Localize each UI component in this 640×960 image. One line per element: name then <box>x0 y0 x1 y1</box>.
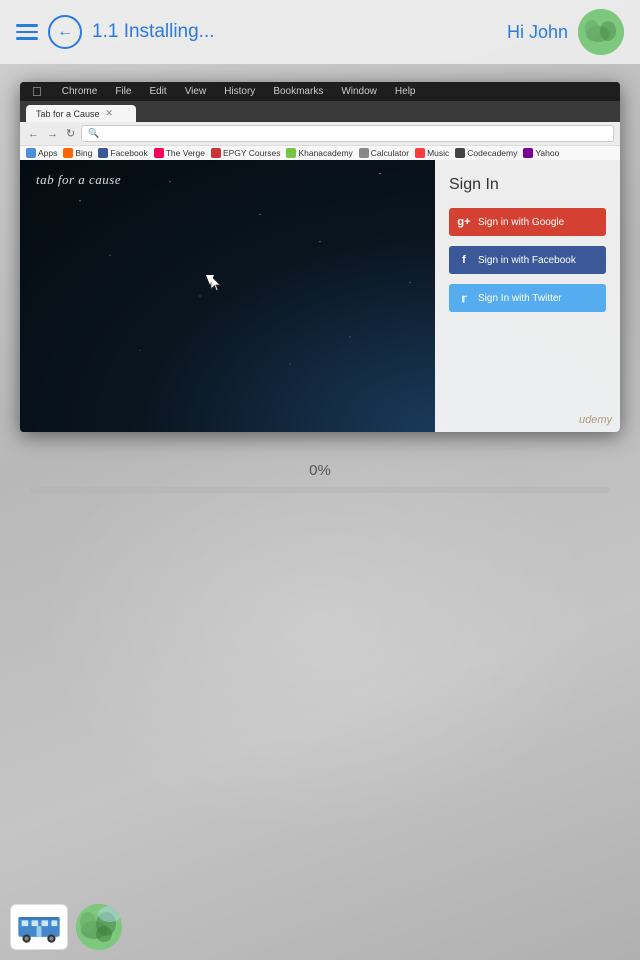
bookmark-apps[interactable]: Apps <box>26 148 57 158</box>
signin-google-label: Sign in with Google <box>478 217 564 228</box>
signin-facebook-label: Sign in with Facebook <box>478 255 576 266</box>
back-button[interactable]: ← <box>48 15 82 49</box>
twitter-icon: 𝕣 <box>457 291 471 305</box>
page-brand-label: tab for a cause <box>36 172 121 188</box>
khan-bm-icon <box>286 148 296 158</box>
menu-history[interactable]: History <box>224 86 255 97</box>
nature-thumbnail-icon <box>76 904 122 950</box>
top-bar-left: ← 1.1 Installing... <box>16 15 215 49</box>
bottom-thumbnails <box>10 904 122 950</box>
signin-twitter-button[interactable]: 𝕣 Sign In with Twitter <box>449 284 606 312</box>
bookmark-theverge[interactable]: The Verge <box>154 148 205 158</box>
bookmark-codecademy[interactable]: Codecademy <box>455 148 517 158</box>
signin-title: Sign In <box>449 176 606 194</box>
google-icon: g+ <box>457 215 471 229</box>
progress-bar-container <box>30 487 610 493</box>
browser-menubar:  Chrome File Edit View History Bookmark… <box>20 82 620 101</box>
bookmark-bing[interactable]: Bing <box>63 148 92 158</box>
apple-logo-icon:  <box>32 84 42 99</box>
back-nav-button[interactable]: ← <box>26 128 41 140</box>
browser-tabbar: Tab for a Cause ✕ <box>20 101 620 122</box>
bookmarks-bar: Apps Bing Facebook The Verge EPGY Course… <box>20 145 620 160</box>
epgy-bm-icon <box>211 148 221 158</box>
calc-bm-icon <box>359 148 369 158</box>
top-bar: ← 1.1 Installing... Hi John <box>0 0 640 64</box>
browser-tab[interactable]: Tab for a Cause ✕ <box>26 105 136 122</box>
udemy-watermark: udemy <box>579 414 612 426</box>
greeting-label: Hi John <box>507 22 568 43</box>
yahoo-bm-icon <box>523 148 533 158</box>
bookmark-yahoo[interactable]: Yahoo <box>523 148 559 158</box>
browser-toolbar: ← → ↻ 🔍 <box>20 122 620 145</box>
nature-thumbnail[interactable] <box>76 904 122 950</box>
hamburger-menu-button[interactable] <box>16 24 38 40</box>
bookmark-epgy[interactable]: EPGY Courses <box>211 148 280 158</box>
signin-google-button[interactable]: g+ Sign in with Google <box>449 208 606 236</box>
browser-content: tab for a cause Sign In g+ Sign in with … <box>20 160 620 432</box>
page-title: 1.1 Installing... <box>92 21 215 43</box>
signin-twitter-label: Sign In with Twitter <box>478 293 562 304</box>
search-icon: 🔍 <box>88 128 99 139</box>
bookmark-calc[interactable]: Calculator <box>359 148 409 158</box>
forward-nav-button[interactable]: → <box>45 128 60 140</box>
music-bm-icon <box>415 148 425 158</box>
signin-facebook-button[interactable]: f Sign in with Facebook <box>449 246 606 274</box>
menu-help[interactable]: Help <box>395 86 416 97</box>
menu-bookmarks[interactable]: Bookmarks <box>273 86 323 97</box>
menu-chrome[interactable]: Chrome <box>62 86 98 97</box>
facebook-bm-icon <box>98 148 108 158</box>
tab-close-button[interactable]: ✕ <box>106 108 114 119</box>
bookmark-music[interactable]: Music <box>415 148 449 158</box>
progress-percent: 0% <box>309 462 331 479</box>
avatar[interactable] <box>578 9 624 55</box>
signin-panel: Sign In g+ Sign in with Google f Sign in… <box>435 160 620 432</box>
browser-frame:  Chrome File Edit View History Bookmark… <box>20 82 620 432</box>
content-area:  Chrome File Edit View History Bookmark… <box>0 64 640 432</box>
menu-window[interactable]: Window <box>341 86 377 97</box>
verge-bm-icon <box>154 148 164 158</box>
facebook-icon: f <box>457 253 471 267</box>
bing-bm-icon <box>63 148 73 158</box>
menu-edit[interactable]: Edit <box>149 86 166 97</box>
top-bar-right: Hi John <box>507 9 624 55</box>
reload-button[interactable]: ↻ <box>64 127 77 140</box>
bottom-section: 0% <box>0 432 640 493</box>
menu-file[interactable]: File <box>115 86 131 97</box>
apps-bm-icon <box>26 148 36 158</box>
bus-icon <box>15 909 63 945</box>
bookmark-khan[interactable]: Khanacademy <box>286 148 352 158</box>
bus-thumbnail[interactable] <box>10 904 68 950</box>
tab-label: Tab for a Cause <box>36 109 100 119</box>
menu-view[interactable]: View <box>185 86 207 97</box>
codecademy-bm-icon <box>455 148 465 158</box>
address-bar[interactable]: 🔍 <box>81 125 614 142</box>
bookmark-facebook[interactable]: Facebook <box>98 148 147 158</box>
